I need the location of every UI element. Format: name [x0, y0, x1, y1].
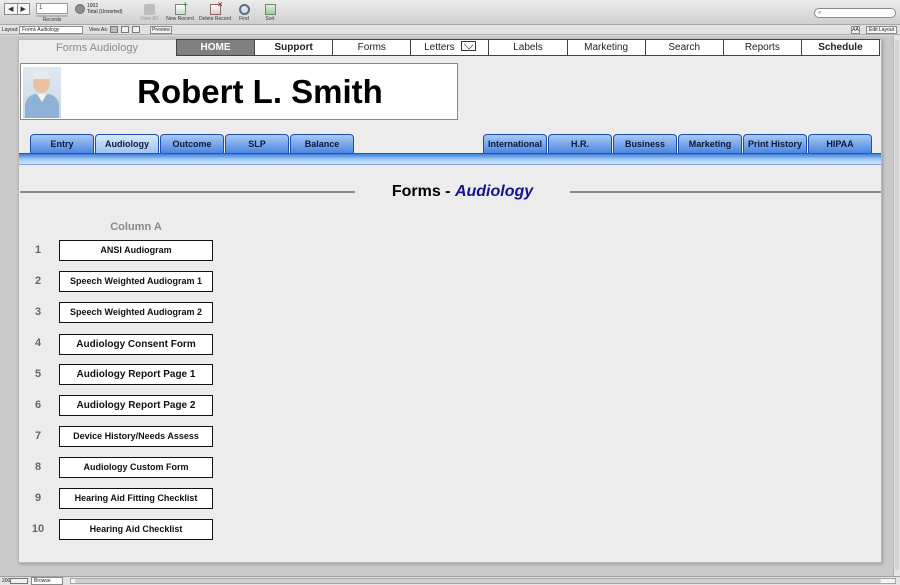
nav-forms[interactable]: Forms — [333, 40, 412, 55]
form-button-audiology-custom-form[interactable]: Audiology Custom Form — [59, 457, 213, 478]
tab-balance[interactable]: Balance — [290, 134, 354, 153]
section-title-prefix: Forms - — [391, 183, 455, 200]
horizontal-scrollbar[interactable] — [70, 578, 896, 584]
view-as-list-icon[interactable] — [121, 26, 129, 33]
sort-label: Sort — [265, 16, 275, 22]
form-button-device-history[interactable]: Device History/Needs Assess — [59, 426, 213, 447]
form-number: 3 — [34, 306, 42, 318]
nav-labels[interactable]: Labels — [489, 40, 568, 55]
new-record-icon — [174, 0, 188, 15]
view-as-label: View As: — [89, 27, 109, 33]
tab-audiology[interactable]: Audiology — [95, 134, 159, 153]
top-navigation: HOME Support Forms Letters Labels Market… — [176, 39, 880, 56]
patient-photo — [23, 67, 61, 118]
nav-letters[interactable]: Letters — [411, 40, 490, 55]
tab-group-right: International H.R. Business Marketing Pr… — [483, 134, 872, 153]
nav-marketing[interactable]: Marketing — [568, 40, 646, 55]
divider — [570, 191, 881, 193]
envelope-icon — [460, 41, 476, 51]
layout-select[interactable]: Forms Audiology — [19, 26, 83, 34]
record-total: 1002 Total (Unsorted) — [87, 3, 123, 15]
form-button-audiology-report-page-1[interactable]: Audiology Report Page 1 — [59, 364, 213, 385]
find-label: Find — [239, 16, 249, 22]
tab-print-history[interactable]: Print History — [743, 134, 807, 153]
form-number: 6 — [34, 399, 42, 411]
tab-outcome[interactable]: Outcome — [160, 134, 224, 153]
nav-support[interactable]: Support — [255, 40, 334, 55]
form-number: 8 — [34, 461, 42, 473]
patient-header: Robert L. Smith — [20, 63, 458, 120]
new-record-button[interactable]: New Record — [165, 0, 195, 22]
delete-record-icon — [209, 0, 223, 15]
tab-marketing[interactable]: Marketing — [678, 134, 742, 153]
layout-label: Layout: — [2, 27, 19, 33]
find-button[interactable]: Find — [236, 4, 252, 22]
form-button-speech-weighted-audiogram-2[interactable]: Speech Weighted Audiogram 2 — [59, 302, 213, 323]
form-button-ansi-audiogram[interactable]: ANSI Audiogram — [59, 240, 213, 261]
nav-home[interactable]: HOME — [177, 40, 256, 55]
nav-reports[interactable]: Reports — [724, 40, 802, 55]
form-number: 5 — [34, 368, 42, 380]
tab-entry[interactable]: Entry — [30, 134, 94, 153]
find-icon — [238, 4, 250, 15]
sort-button[interactable]: Sort — [262, 4, 278, 22]
column-header: Column A — [110, 221, 162, 233]
new-record-label: New Record — [166, 16, 194, 22]
form-number: 1 — [34, 244, 42, 256]
edit-layout-button[interactable]: Edit Layout — [866, 26, 897, 34]
mode-select[interactable]: Browse — [31, 577, 63, 585]
app-name: Forms Audiology — [56, 42, 138, 54]
search-icon: ⌕ — [818, 10, 822, 16]
previous-record-icon[interactable]: ◀ — [5, 4, 17, 14]
found-set-pie-icon[interactable] — [75, 4, 85, 14]
tab-band — [19, 153, 881, 165]
delete-record-label: Delete Record — [199, 16, 231, 22]
vertical-scrollbar[interactable] — [893, 36, 900, 576]
tab-hr[interactable]: H.R. — [548, 134, 612, 153]
view-all-icon — [143, 4, 155, 15]
zoom-controls-icon[interactable] — [10, 578, 28, 584]
tab-international[interactable]: International — [483, 134, 547, 153]
form-number: 10 — [31, 523, 45, 535]
view-all-button[interactable]: View All — [138, 4, 160, 22]
record-total-label: Total (Unsorted) — [87, 9, 123, 15]
tab-hipaa[interactable]: HIPAA — [808, 134, 872, 153]
form-number: 7 — [34, 430, 42, 442]
view-as-table-icon[interactable] — [132, 26, 140, 33]
view-all-label: View All — [140, 16, 158, 22]
patient-name: Robert L. Smith — [137, 73, 383, 110]
preview-button[interactable]: Preview — [150, 26, 172, 34]
section-title: Forms - Audiology — [355, 183, 570, 201]
layout-bar: Layout: Forms Audiology View As: Preview… — [0, 25, 900, 35]
formatting-bar-button[interactable]: AÂ — [851, 26, 860, 34]
next-record-icon[interactable]: ▶ — [16, 4, 30, 14]
tab-group-left: Entry Audiology Outcome SLP Balance — [30, 134, 354, 153]
nav-schedule[interactable]: Schedule — [802, 40, 879, 55]
records-caption: Records — [42, 17, 62, 23]
form-button-audiology-report-page-2[interactable]: Audiology Report Page 2 — [59, 395, 213, 416]
tab-business[interactable]: Business — [613, 134, 677, 153]
divider — [20, 191, 355, 193]
view-as-form-icon[interactable] — [110, 26, 118, 33]
form-button-audiology-consent-form[interactable]: Audiology Consent Form — [59, 334, 213, 355]
record-navigator[interactable]: ◀ ▶ — [4, 3, 30, 15]
status-bar: 200 Browse — [0, 576, 900, 585]
section-title-emphasis: Audiology — [454, 183, 534, 200]
nav-search[interactable]: Search — [646, 40, 724, 55]
nav-letters-label: Letters — [424, 42, 455, 53]
record-number-field[interactable]: 1 — [36, 3, 68, 14]
tab-slp[interactable]: SLP — [225, 134, 289, 153]
form-button-hearing-aid-checklist[interactable]: Hearing Aid Checklist — [59, 519, 213, 540]
form-button-hearing-aid-fitting-checklist[interactable]: Hearing Aid Fitting Checklist — [59, 488, 213, 509]
delete-record-button[interactable]: Delete Record — [197, 0, 233, 22]
content-area: Forms Audiology HOME Support Forms Lette… — [0, 36, 900, 576]
quick-find-input[interactable]: ⌕ — [814, 8, 896, 18]
form-number: 2 — [34, 275, 42, 287]
sort-icon — [264, 4, 276, 15]
form-number: 9 — [34, 492, 42, 504]
status-toolbar: ◀ ▶ 1 Records 1002 Total (Unsorted) View… — [0, 0, 900, 25]
form-number: 4 — [34, 337, 42, 349]
form-button-speech-weighted-audiogram-1[interactable]: Speech Weighted Audiogram 1 — [59, 271, 213, 292]
